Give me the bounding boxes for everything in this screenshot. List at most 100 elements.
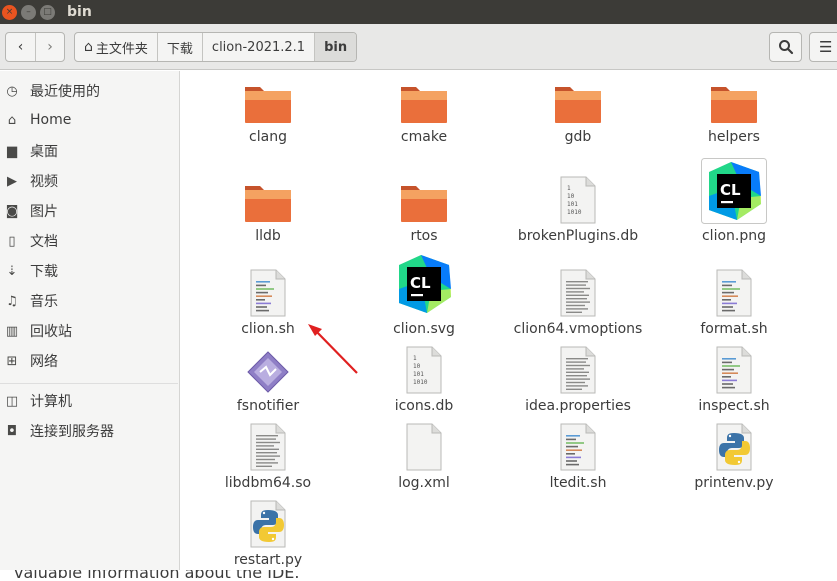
video-icon: ▶ (7, 173, 17, 189)
text-file-icon (538, 336, 618, 394)
file-item[interactable]: clion64.vmoptions (508, 259, 648, 337)
file-item[interactable]: restart.py (198, 490, 338, 568)
sidebar-item-5[interactable]: ▯ 文档 (0, 227, 178, 255)
trash-icon: ▥ (5, 323, 19, 339)
file-name: log.xml (398, 475, 450, 491)
search-button[interactable] (769, 32, 802, 62)
file-item[interactable]: printenv.py (664, 413, 804, 491)
file-item[interactable]: ltedit.sh (508, 413, 648, 491)
executable-icon (228, 336, 308, 394)
sidebar-item-1[interactable]: ⌂ Home (0, 106, 178, 134)
file-item[interactable]: log.xml (354, 413, 494, 491)
breadcrumb-bin[interactable]: bin (315, 33, 357, 61)
file-name: lldb (255, 228, 281, 244)
file-name: clion.png (701, 228, 766, 244)
folder-icon (694, 67, 774, 125)
search-icon (778, 40, 793, 55)
file-item[interactable]: clang (198, 67, 338, 145)
sidebar-item-8[interactable]: ▥ 回收站 (0, 317, 178, 345)
file-name: fsnotifier (236, 398, 300, 414)
svg-text:CL: CL (410, 274, 431, 292)
download-icon: ⇣ (6, 263, 18, 279)
file-grid: clang cmake gdb helpers lldb rtos 1 10 101 1010 br… (181, 71, 837, 570)
sidebar-item-label: 最近使用的 (30, 84, 100, 100)
file-item[interactable]: lldb (198, 166, 338, 244)
close-window-button[interactable]: × (2, 4, 17, 20)
document-icon: ▯ (8, 233, 16, 249)
forward-button[interactable]: › (35, 33, 64, 61)
file-item[interactable]: format.sh (664, 259, 804, 337)
breadcrumb-home-label: 主文件夹 (95, 41, 148, 57)
sidebar: ◷ 最近使用的 ⌂ Home ▆ 桌面 ▶ 视频 ◙ 图片 ▯ 文档 ⇣ 下载 ♫ 音乐 ▥ 回收站 ⊞ 网络 ◫ 计算机… (0, 71, 180, 570)
sidebar-item-label: 网络 (30, 354, 58, 370)
back-button[interactable]: ‹ (6, 33, 35, 61)
file-item[interactable]: inspect.sh (664, 336, 804, 414)
sidebar-item-10[interactable]: ◫ 计算机 (0, 387, 178, 415)
file-item[interactable]: CL clion.svg (354, 255, 494, 337)
file-item[interactable]: clion.sh (198, 259, 338, 337)
svg-text:101: 101 (567, 201, 578, 208)
text-file-icon (538, 259, 618, 317)
file-name: clion64.vmoptions (513, 321, 643, 337)
file-name: brokenPlugins.db (517, 228, 639, 244)
file-item[interactable]: helpers (664, 67, 804, 145)
file-item[interactable]: cmake (354, 67, 494, 145)
minimize-window-button[interactable]: – (21, 4, 36, 20)
maximize-window-button[interactable]: □ (40, 4, 55, 20)
python-file-icon (694, 413, 774, 471)
sidebar-item-label: 文档 (30, 234, 58, 250)
svg-text:10: 10 (567, 193, 575, 200)
file-item[interactable]: CL clion.png (664, 158, 804, 244)
network-icon: ⊞ (6, 353, 18, 369)
file-name: format.sh (700, 321, 768, 337)
shell-script-icon (694, 336, 774, 394)
file-item[interactable]: fsnotifier (198, 336, 338, 414)
view-options-button[interactable]: ☰ (809, 32, 837, 62)
breadcrumb-clion[interactable]: clion-2021.2.1 (203, 33, 316, 61)
file-item[interactable]: rtos (354, 166, 494, 244)
sidebar-item-2[interactable]: ▆ 桌面 (0, 137, 178, 165)
shell-script-icon (538, 413, 618, 471)
file-item[interactable]: gdb (508, 67, 648, 145)
file-name: restart.py (233, 552, 303, 568)
window-title: bin (67, 4, 92, 20)
clion-logo-icon: CL (384, 255, 464, 317)
file-name: libdbm64.so (224, 475, 312, 491)
svg-text:10: 10 (413, 363, 421, 370)
python-file-icon (228, 490, 308, 548)
breadcrumb-home[interactable]: ⌂ 主文件夹 (75, 33, 158, 61)
binary-file-icon: 1 10 101 1010 (384, 336, 464, 394)
sidebar-item-0[interactable]: ◷ 最近使用的 (0, 77, 178, 105)
header-bar: ‹ › ⌂ 主文件夹 下载 clion-2021.2.1 bin ☰ (0, 24, 837, 70)
folder-icon (228, 166, 308, 224)
file-name: helpers (708, 129, 760, 145)
breadcrumb-downloads[interactable]: 下载 (158, 33, 203, 61)
file-name: ltedit.sh (549, 475, 607, 491)
clion-image-icon: CL (694, 158, 774, 224)
sidebar-item-6[interactable]: ⇣ 下载 (0, 257, 178, 285)
server-connect-icon: ◘ (6, 423, 18, 439)
sidebar-separator (0, 383, 178, 384)
home-icon: ⌂ (84, 39, 93, 55)
svg-text:101: 101 (413, 371, 424, 378)
sidebar-item-3[interactable]: ▶ 视频 (0, 167, 178, 195)
svg-text:1010: 1010 (413, 379, 428, 386)
computer-drive-icon: ◫ (5, 393, 19, 409)
background-window-text: valuable information about the IDE. (0, 570, 837, 581)
window-titlebar: × – □ bin (0, 0, 837, 24)
file-item[interactable]: idea.properties (508, 336, 648, 414)
file-item[interactable]: 1 10 101 1010 brokenPlugins.db (508, 166, 648, 244)
sidebar-item-9[interactable]: ⊞ 网络 (0, 347, 178, 375)
sidebar-item-11[interactable]: ◘ 连接到服务器 (0, 417, 178, 445)
music-icon: ♫ (6, 293, 18, 309)
sidebar-item-label: 图片 (30, 204, 58, 220)
text-file-icon (228, 413, 308, 471)
file-item[interactable]: 1 10 101 1010 icons.db (354, 336, 494, 414)
file-name: cmake (400, 129, 448, 145)
sidebar-item-4[interactable]: ◙ 图片 (0, 197, 178, 225)
sidebar-item-7[interactable]: ♫ 音乐 (0, 287, 178, 315)
file-item[interactable]: libdbm64.so (198, 413, 338, 491)
sidebar-item-label: Home (30, 112, 72, 128)
file-name: icons.db (394, 398, 454, 414)
breadcrumb: ⌂ 主文件夹 下载 clion-2021.2.1 bin (74, 32, 358, 62)
